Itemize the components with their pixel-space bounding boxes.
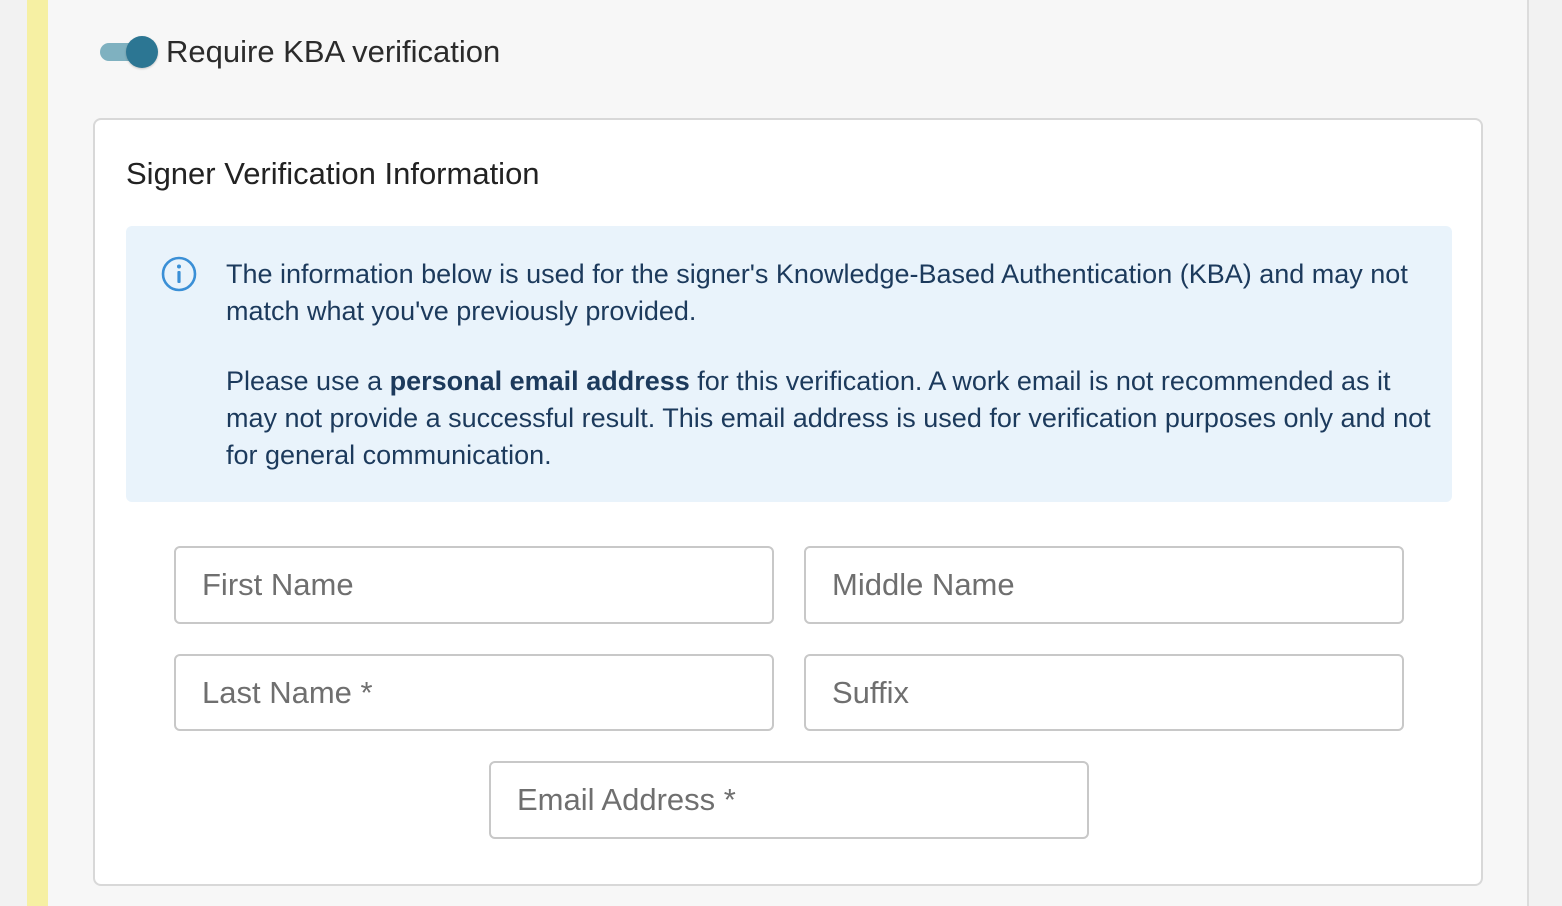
middle-name-input[interactable]: [804, 546, 1404, 624]
info-circle-icon: [161, 256, 197, 292]
email-address-input[interactable]: [489, 761, 1089, 839]
first-name-input[interactable]: [174, 546, 774, 624]
info-box: The information below is used for the si…: [126, 226, 1452, 502]
kba-toggle-label[interactable]: Require KBA verification: [166, 34, 500, 70]
card-title: Signer Verification Information: [126, 156, 540, 191]
kba-toggle-row: Require KBA verification: [100, 28, 500, 76]
info-paragraph-2: Please use a personal email address for …: [226, 363, 1436, 474]
toggle-knob: [126, 36, 158, 68]
kba-toggle[interactable]: [100, 36, 158, 68]
page: Require KBA verification Signer Verifica…: [0, 0, 1562, 906]
last-name-input[interactable]: [174, 654, 774, 731]
info-paragraph-2-bold: personal email address: [389, 366, 690, 396]
info-paragraph-2-prefix: Please use a: [226, 366, 390, 396]
info-paragraph-1: The information below is used for the si…: [226, 259, 1408, 326]
suffix-input[interactable]: [804, 654, 1404, 731]
signer-verification-card: Signer Verification Information The info…: [93, 118, 1483, 886]
accent-bar: [27, 0, 48, 906]
info-text: The information below is used for the si…: [226, 256, 1436, 474]
